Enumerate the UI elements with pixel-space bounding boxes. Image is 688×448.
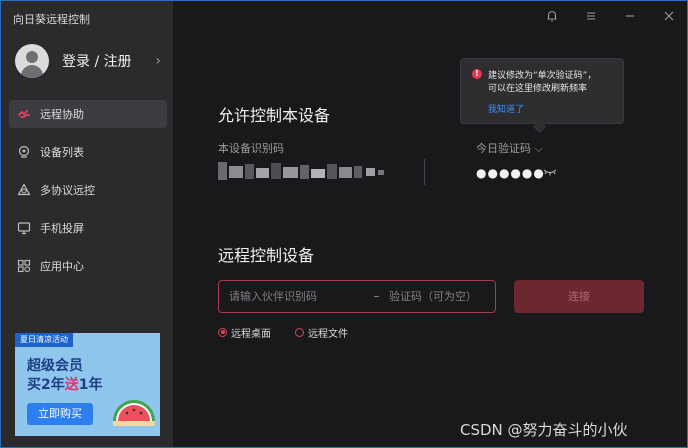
connect-button[interactable]: 连接 (514, 280, 644, 313)
sidebar-item-label: 应用中心 (40, 260, 84, 273)
chevron-right-icon: › (155, 53, 161, 69)
tooltip: ! 建议修改为“单次验证码”， 可以在这里修改刷新频率 我知道了 (460, 58, 624, 133)
remote-assist-icon (18, 110, 30, 118)
partner-code-input[interactable] (229, 281, 369, 312)
app-window: 向日葵远程控制 登录 / 注册 › 远程协助 设备列表 多协议远控 手机投屏 应… (0, 0, 688, 448)
today-code-value: ●●●●●● (476, 166, 545, 180)
login-label: 登录 / 注册 (62, 54, 132, 70)
login-button[interactable]: 登录 / 注册 › (15, 43, 165, 79)
menu-icon[interactable] (583, 8, 599, 24)
sidebar-item-label: 远程协助 (40, 108, 84, 121)
sidebar-item-device-list[interactable]: 设备列表 (9, 138, 167, 166)
device-code-label: 本设备识别码 (218, 142, 284, 155)
buy-now-button[interactable]: 立即购买 (27, 403, 93, 425)
warning-icon: ! (472, 69, 482, 79)
banner-line2: 买2年送1年 (27, 377, 103, 393)
allow-control-title: 允许控制本设备 (218, 106, 331, 125)
radio-label: 远程文件 (308, 328, 348, 340)
screen-cast-icon (17, 222, 31, 235)
csdn-watermark: CSDN @努力奋斗的小伙 (460, 421, 628, 439)
radio-label: 远程桌面 (231, 328, 271, 340)
input-separator (374, 296, 379, 297)
banner-line1: 超级会员 (27, 358, 83, 374)
sidebar-item-screen-cast[interactable]: 手机投屏 (9, 214, 167, 242)
avatar (15, 44, 49, 78)
sidebar-item-label: 多协议远控 (40, 184, 95, 197)
main-panel: 允许控制本设备 本设备识别码 今日验证码 ⌵ ●●●●●● ! 建议修改为“单次… (173, 1, 687, 447)
radio-unselected-icon (295, 327, 304, 337)
divider (424, 159, 425, 185)
sidebar-item-label: 手机投屏 (40, 222, 84, 235)
sidebar: 向日葵远程控制 登录 / 注册 › 远程协助 设备列表 多协议远控 手机投屏 应… (1, 1, 173, 447)
tooltip-line1: 建议修改为“单次验证码”， (488, 71, 597, 81)
verify-code-input[interactable] (389, 281, 493, 312)
radio-remote-file[interactable]: 远程文件 (295, 325, 348, 340)
app-center-icon (17, 259, 31, 273)
banner-tag: 夏日清凉活动 (15, 333, 73, 347)
multi-protocol-icon (17, 183, 31, 196)
sidebar-item-app-center[interactable]: 应用中心 (9, 252, 167, 280)
connect-input-group (218, 280, 496, 313)
minimize-icon[interactable] (622, 8, 638, 24)
tooltip-ok-link[interactable]: 我知道了 (488, 102, 524, 115)
device-code-masked[interactable] (218, 159, 393, 185)
close-icon[interactable] (661, 8, 677, 24)
tooltip-line2: 可以在这里修改刷新频率 (488, 84, 588, 94)
eye-closed-icon[interactable] (543, 167, 557, 177)
bell-icon[interactable] (544, 8, 560, 24)
sidebar-item-multi-protocol[interactable]: 多协议远控 (9, 176, 167, 204)
promo-banner[interactable]: 夏日清凉活动 超级会员 买2年送1年 立即购买 (15, 333, 160, 436)
chevron-down-icon: ⌵ (534, 142, 543, 155)
watermelon-icon (113, 400, 155, 426)
sidebar-item-remote-assist[interactable]: 远程协助 (9, 100, 167, 128)
sidebar-item-label: 设备列表 (40, 146, 84, 159)
today-code-dropdown[interactable]: 今日验证码 ⌵ (476, 140, 543, 156)
remote-control-title: 远程控制设备 (218, 246, 315, 265)
radio-remote-desktop[interactable]: 远程桌面 (218, 325, 271, 340)
app-title: 向日葵远程控制 (13, 13, 90, 26)
radio-selected-icon (218, 327, 227, 337)
device-list-icon (18, 145, 30, 158)
